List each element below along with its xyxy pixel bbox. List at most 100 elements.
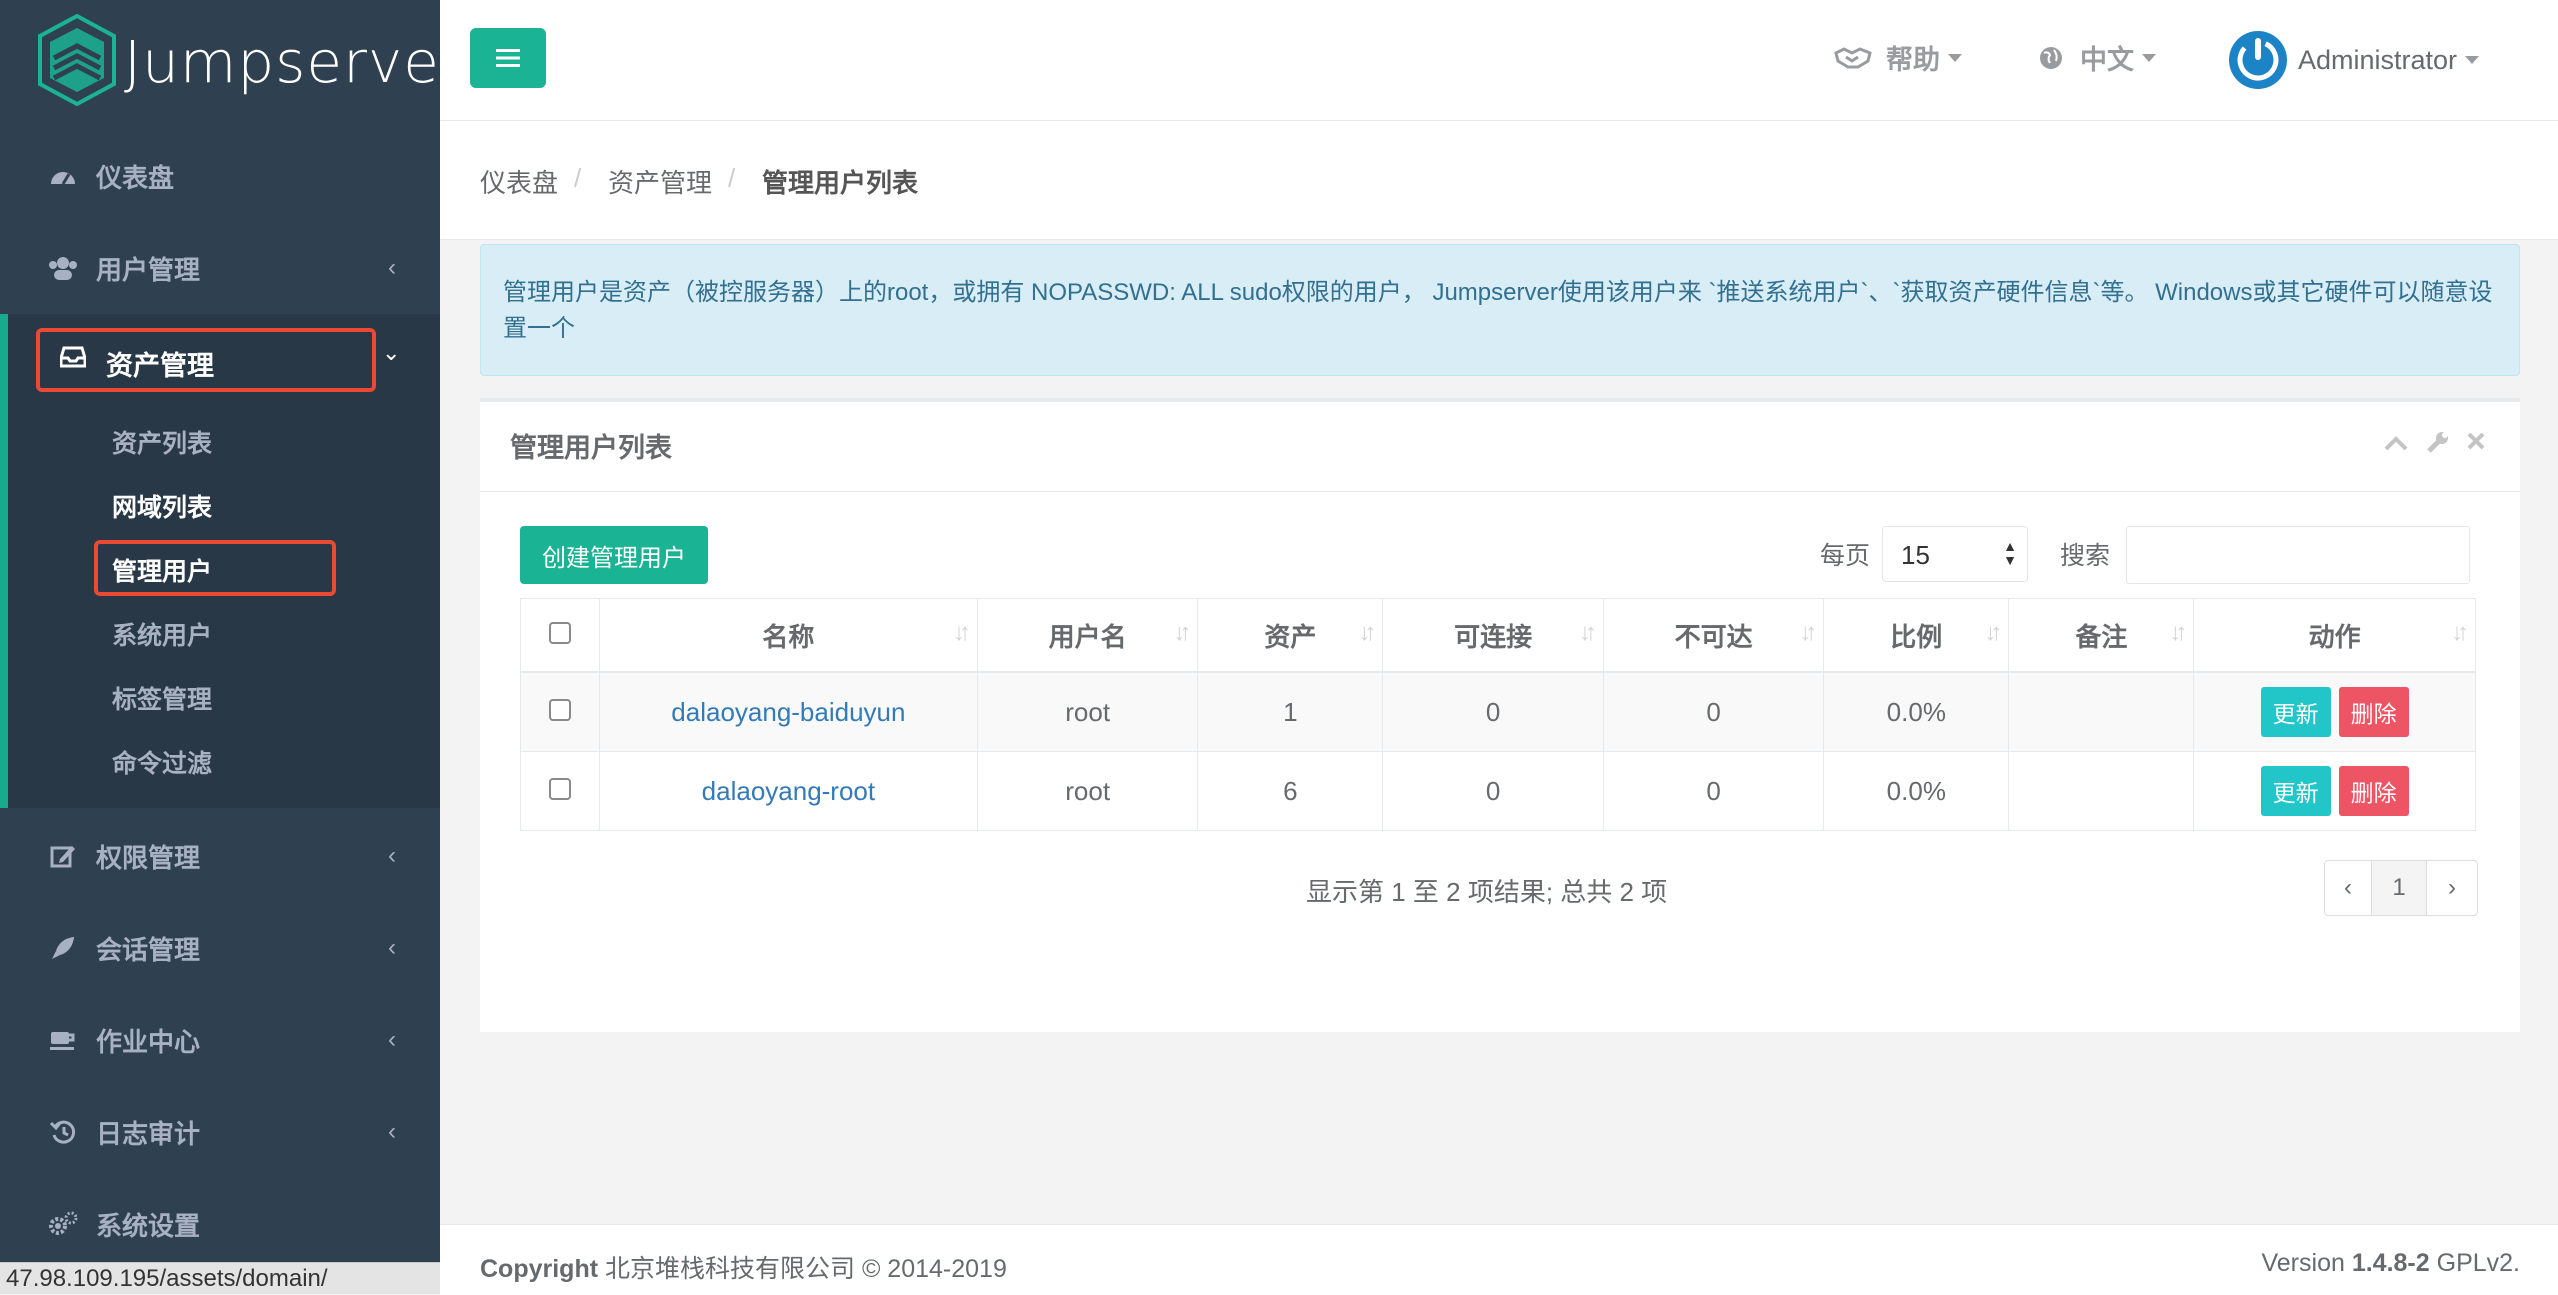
pagination-next-button[interactable]: › [2427,861,2477,915]
sidebar-item-sessions[interactable]: 会话管理 ‹ [0,908,440,988]
create-admin-user-button[interactable]: 创建管理用户 [520,526,708,584]
caret-down-icon [2142,53,2156,62]
sidebar-item-label: 权限管理 [96,842,201,873]
row-checkbox[interactable] [548,777,571,800]
admin-user-link[interactable]: dalaoyang-baiduyun [671,697,905,727]
cell-name: dalaoyang-root [598,751,978,831]
breadcrumb-item-dashboard[interactable]: 仪表盘 [480,163,558,200]
avatar [2229,31,2287,89]
column-header-assets[interactable]: 资产 ↓↑ [1197,598,1384,673]
cell-username: root [976,671,1199,752]
sidebar-item-label: 系统设置 [96,1210,201,1241]
language-dropdown[interactable]: 中文 [2038,38,2156,77]
per-page-select[interactable]: 15 ▲ ▼ [1882,526,2028,582]
sidebar-subitem-system-user[interactable]: 系统用户 [112,616,212,652]
panel-title: 管理用户列表 [510,433,672,463]
sidebar-item-label: 资产管理 [106,351,214,381]
close-icon[interactable] [2466,430,2486,458]
chevron-left-icon: ‹ [388,254,396,281]
chevron-up-icon[interactable] [2384,430,2408,458]
chevron-down-icon[interactable]: ⌄ [382,340,400,366]
sidebar-subitem-command-filter[interactable]: 命令过滤 [112,744,212,780]
select-all-header [520,598,600,673]
cell-assets: 6 [1197,751,1384,831]
admin-user-table: 名称 ↓↑ 用户名 ↓↑ 资产 ↓↑ 可连接 ↓↑ 不可达 ↓↑ 比例 ↓↑ 备注 ↓↑ 动作… [520,598,2476,831]
select-arrows-icon: ▲ ▼ [2003,538,2017,568]
rocket-icon [48,933,78,963]
coffee-icon [48,1025,78,1055]
table-row: dalaoyang-baiduyun root 1 0 0 0.0% 更新 删除 [520,671,2476,752]
dashboard-icon [48,161,78,191]
handshake-icon [1834,46,1872,68]
sidebar-subitem-admin-user[interactable]: 管理用户 [112,552,212,588]
sidebar-subitem-domain-list[interactable]: 网域列表 [112,488,212,524]
edit-icon [48,841,78,871]
inbox-icon [59,346,87,373]
column-header-name[interactable]: 名称 ↓↑ [598,598,978,673]
column-header-reachable[interactable]: 可连接 ↓↑ [1382,598,1604,673]
column-header-ratio[interactable]: 比例 ↓↑ [1823,598,2010,673]
table-row: dalaoyang-root root 6 0 0 0.0% 更新 删除 [520,751,2476,831]
row-checkbox[interactable] [548,698,571,721]
sort-icon: ↓↑ [1984,619,2002,646]
caret-down-icon [1948,53,1962,62]
delete-button[interactable]: 删除 [2338,766,2409,816]
version-info: Version 1.4.8-2 GPLv2. [2261,1249,2520,1278]
caret-down-icon [2465,56,2480,64]
delete-button[interactable]: 删除 [2338,687,2409,737]
menu-toggle-button[interactable] [470,28,546,88]
cell-reachable: 0 [1382,671,1604,752]
breadcrumb-separator: / [728,163,736,193]
globe-icon [2040,46,2062,69]
help-dropdown[interactable]: 帮助 [1834,38,1962,77]
sidebar-item-dashboard[interactable]: 仪表盘 [0,136,440,216]
pagination-page-1[interactable]: 1 [2372,861,2427,915]
select-all-checkbox[interactable] [548,621,571,644]
sidebar: Jumpserver 仪表盘 用户管理 ‹ 资产管理 ⌄ 资产列表 网域列表 管… [0,0,464,1294]
column-header-actions[interactable]: 动作 ↓↑ [2193,598,2476,673]
sort-icon: ↓↑ [1358,619,1376,646]
sidebar-subitem-asset-list[interactable]: 资产列表 [112,424,212,460]
help-label: 帮助 [1886,45,1940,75]
search-input[interactable] [2126,526,2470,584]
cell-comment [2008,671,2195,752]
sidebar-item-users[interactable]: 用户管理 ‹ [0,228,440,308]
column-header-unreachable[interactable]: 不可达 ↓↑ [1602,598,1825,673]
cell-name: dalaoyang-baiduyun [598,671,978,752]
logo[interactable]: Jumpserver [0,0,464,128]
per-page-value: 15 [1901,540,1930,570]
sidebar-item-label: 日志审计 [96,1118,201,1149]
chevron-left-icon: ‹ [388,1026,396,1053]
admin-user-link[interactable]: dalaoyang-root [702,776,875,806]
bars-icon [496,49,520,67]
footer: Copyright 北京堆栈科技有限公司 © 2014-2019 Version… [440,1224,2558,1295]
wrench-icon[interactable] [2426,430,2450,461]
sidebar-item-assets[interactable]: 资产管理 [36,328,376,392]
update-button[interactable]: 更新 [2260,766,2331,816]
sort-icon: ↓↑ [1173,619,1191,646]
cell-ratio: 0.0% [1823,751,2010,831]
pagination-prev-button[interactable]: ‹ [2325,861,2372,915]
column-header-comment[interactable]: 备注 ↓↑ [2008,598,2195,673]
sidebar-item-label: 会话管理 [96,934,201,965]
license-text: GPLv2. [2429,1249,2520,1277]
history-icon [48,1117,78,1147]
column-header-username[interactable]: 用户名 ↓↑ [976,598,1199,673]
breadcrumb-item-assets[interactable]: 资产管理 [608,163,712,200]
sort-icon: ↓↑ [952,619,971,646]
sidebar-item-jobs[interactable]: 作业中心 ‹ [0,1000,440,1080]
user-dropdown[interactable]: Administrator [2228,30,2480,90]
cell-ratio: 0.0% [1823,671,2010,752]
sort-icon: ↓↑ [1578,619,1597,646]
sidebar-item-label: 仪表盘 [96,162,175,193]
sidebar-item-audit[interactable]: 日志审计 ‹ [0,1092,440,1172]
sidebar-item-settings[interactable]: 系统设置 [0,1184,440,1264]
sort-icon: ↓↑ [2451,619,2469,646]
update-button[interactable]: 更新 [2260,687,2331,737]
sidebar-item-perms[interactable]: 权限管理 ‹ [0,816,440,896]
cell-unreachable: 0 [1602,751,1825,831]
sidebar-item-label: 作业中心 [96,1026,201,1057]
language-label: 中文 [2080,45,2134,75]
sidebar-subitem-label-manage[interactable]: 标签管理 [112,680,212,716]
cell-assets: 1 [1197,671,1384,752]
